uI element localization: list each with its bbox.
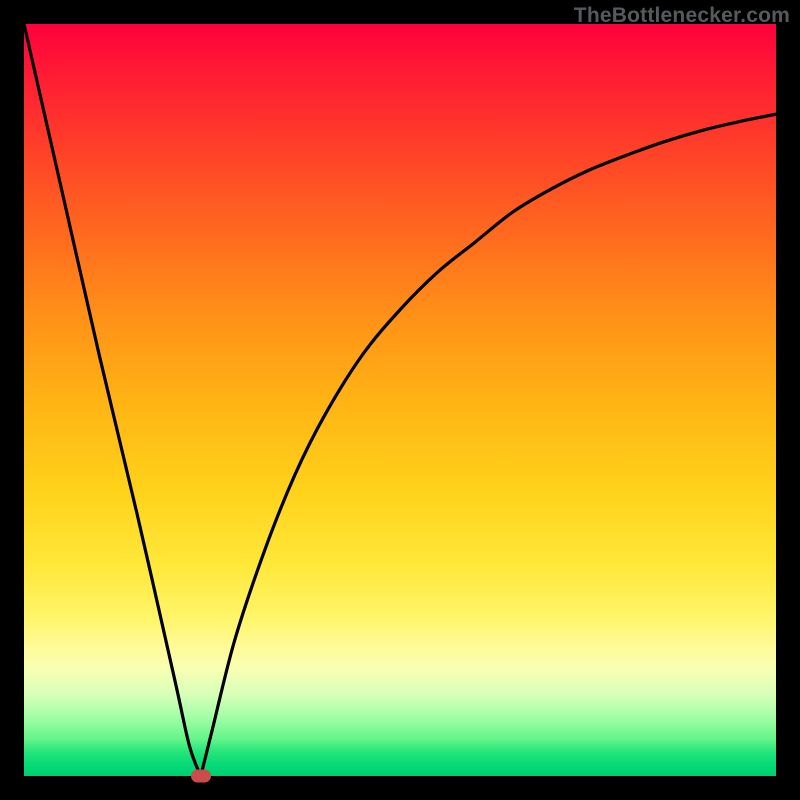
curve-path xyxy=(24,24,776,776)
chart-frame: TheBottlenecker.com xyxy=(0,0,800,800)
plot-area xyxy=(24,24,776,776)
minimum-marker xyxy=(191,770,211,783)
curve-svg xyxy=(24,24,776,776)
